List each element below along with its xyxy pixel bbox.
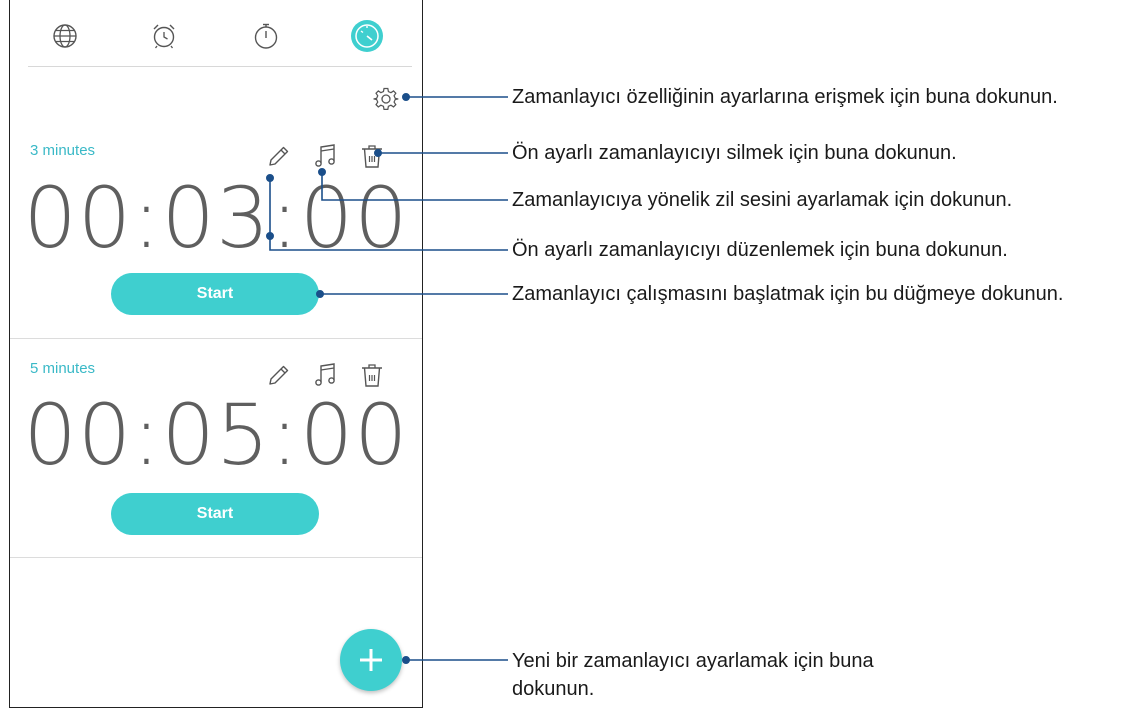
callout-add-line2: dokunun. bbox=[512, 678, 595, 700]
annotated-screenshot: 3 minutes 00:03:00 Start 5 minutes 00:05… bbox=[0, 0, 1135, 717]
callout-edit: Ön ayarlı zamanlayıcıyı düzenlemek için … bbox=[512, 239, 1008, 261]
callout-add-line1: Yeni bir zamanlayıcı ayarlamak için buna bbox=[512, 650, 874, 672]
callout-settings: Zamanlayıcı özelliğinin ayarlarına erişm… bbox=[512, 86, 1058, 108]
callout-start: Zamanlayıcı çalışmasını başlatmak için b… bbox=[512, 283, 1064, 305]
callout-ringtone: Zamanlayıcıya yönelik zil sesini ayarlam… bbox=[512, 189, 1013, 211]
callout-delete: Ön ayarlı zamanlayıcıyı silmek için buna… bbox=[512, 142, 957, 164]
